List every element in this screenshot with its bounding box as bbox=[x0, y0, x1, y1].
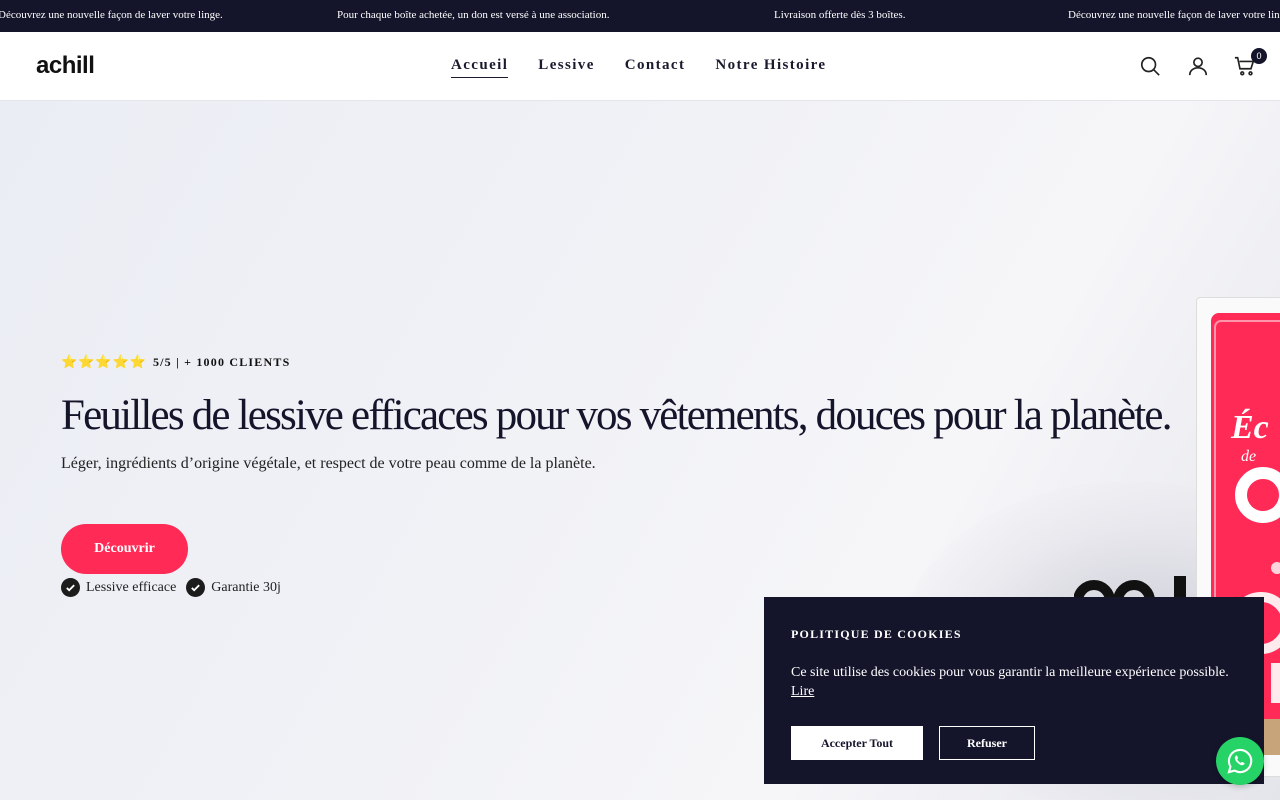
hero-title: Feuilles de lessive efficaces pour vos v… bbox=[61, 392, 1172, 439]
badge-label: Lessive efficace bbox=[86, 579, 177, 595]
rating-text: 5/5 | + 1000 CLIENTS bbox=[152, 354, 291, 369]
svg-text:Éc: Éc bbox=[1230, 409, 1269, 446]
cart-count-badge: 0 bbox=[1251, 48, 1267, 64]
rating-line: ⭐⭐⭐⭐⭐ 5/5 | + 1000 CLIENTS bbox=[61, 354, 290, 370]
badge-label: Garantie 30j bbox=[211, 579, 281, 595]
nav-item-accueil[interactable]: Accueil bbox=[451, 57, 509, 78]
whatsapp-icon[interactable] bbox=[1216, 737, 1264, 785]
refuse-button[interactable]: Refuser bbox=[939, 726, 1035, 760]
announcement-item: Pour chaque boîte achetée, un don est ve… bbox=[337, 9, 610, 21]
cookie-body: Ce site utilise des cookies pour vous ga… bbox=[791, 665, 1229, 680]
site-logo[interactable]: achill bbox=[36, 52, 95, 80]
announcement-item: Découvrez une nouvelle façon de laver vo… bbox=[1068, 9, 1280, 21]
check-icon bbox=[61, 578, 80, 597]
main-nav: Accueil Lessive Contact Notre Histoire bbox=[451, 57, 827, 78]
rating-stars: ⭐⭐⭐⭐⭐ bbox=[61, 354, 147, 369]
discover-button[interactable]: Découvrir bbox=[61, 524, 188, 574]
search-icon[interactable] bbox=[1138, 54, 1162, 78]
account-icon[interactable] bbox=[1186, 54, 1210, 78]
cookie-text: Ce site utilise des cookies pour vous ga… bbox=[791, 663, 1241, 701]
announcement-bar: Découvrez une nouvelle façon de laver vo… bbox=[0, 0, 1280, 32]
cookie-banner: POLITIQUE DE COOKIES Ce site utilise des… bbox=[764, 597, 1264, 784]
hero-badges: Lessive efficace Garantie 30j bbox=[61, 578, 281, 597]
nav-item-lessive[interactable]: Lessive bbox=[538, 57, 594, 78]
announcement-item: Livraison offerte dès 3 boîtes. bbox=[774, 9, 906, 21]
check-icon bbox=[186, 578, 206, 597]
hero-subtitle: Léger, ingrédients d’origine végétale, e… bbox=[61, 455, 596, 472]
badge-efficace: Lessive efficace bbox=[61, 578, 176, 597]
nav-item-contact[interactable]: Contact bbox=[625, 57, 686, 78]
svg-text:de: de bbox=[1241, 448, 1256, 465]
nav-item-notre-histoire[interactable]: Notre Histoire bbox=[715, 57, 826, 78]
cookie-title: POLITIQUE DE COOKIES bbox=[791, 627, 962, 641]
announcement-item: Découvrez une nouvelle façon de laver vo… bbox=[0, 9, 223, 21]
site-header: achill Accueil Lessive Contact Notre His… bbox=[0, 32, 1280, 101]
cart-icon[interactable]: 0 bbox=[1233, 48, 1267, 78]
accept-all-button[interactable]: Accepter Tout bbox=[791, 726, 923, 760]
badge-garantie: Garantie 30j bbox=[186, 578, 281, 597]
cookie-read-link[interactable]: Lire bbox=[791, 684, 814, 699]
wood-shelf bbox=[1262, 719, 1280, 755]
